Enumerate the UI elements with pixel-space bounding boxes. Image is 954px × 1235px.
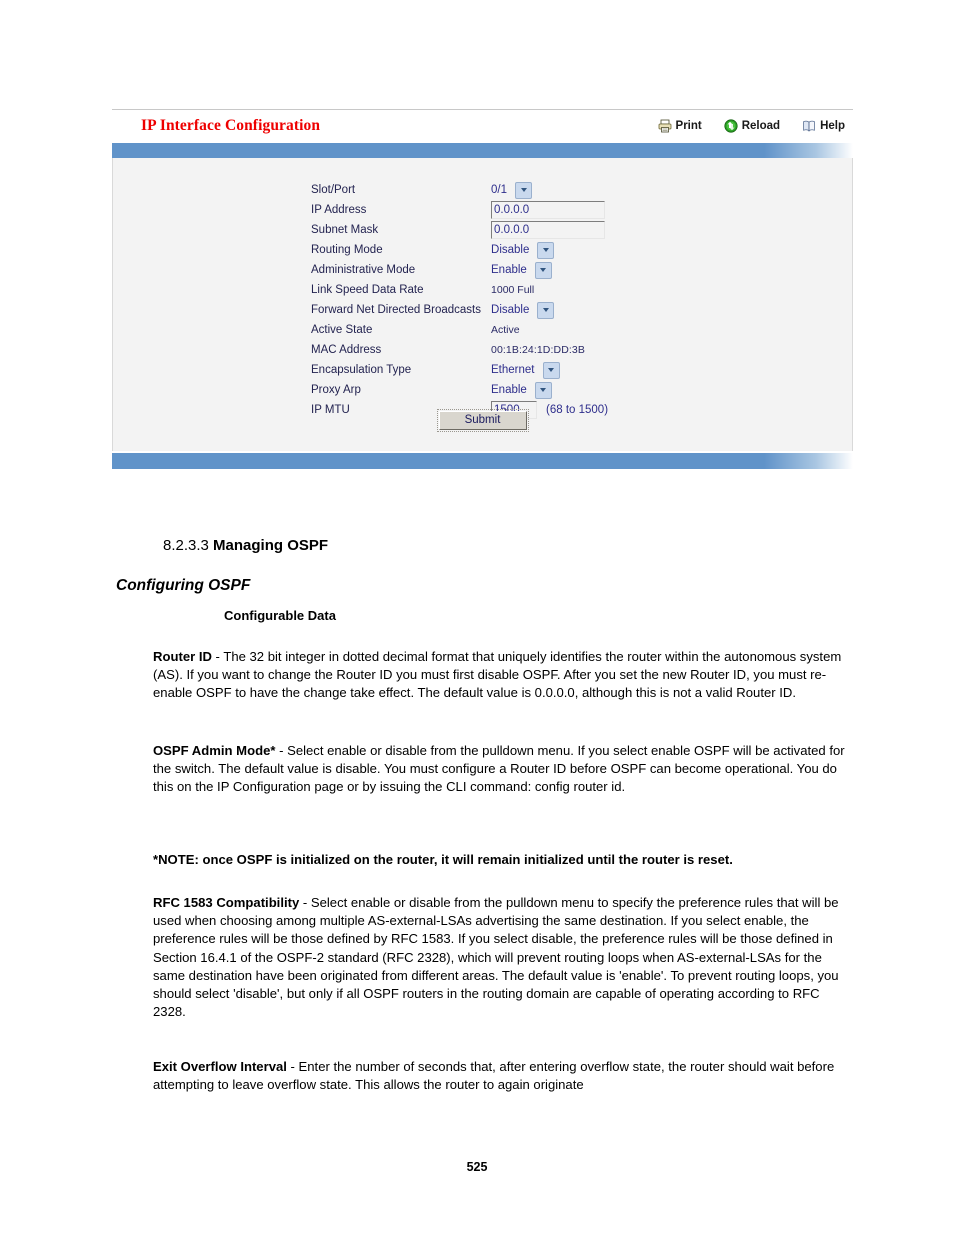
encapsulation-type-value: Ethernet (491, 364, 535, 376)
exit-overflow-term: Exit Overflow Interval (153, 1059, 287, 1074)
form-row-encapsulation-type: Encapsulation Type Ethernet (311, 360, 711, 380)
reload-label: Reload (741, 120, 781, 132)
rfc-1583-term: RFC 1583 Compatibility (153, 895, 300, 910)
administrative-mode-label: Administrative Mode (311, 264, 416, 276)
reload-button[interactable]: Reload (724, 119, 780, 133)
paragraph-note: *NOTE: once OSPF is initialized on the r… (153, 852, 733, 867)
paragraph-router-id: Router ID - The 32 bit integer in dotted… (153, 648, 854, 703)
paragraph-exit-overflow-interval: Exit Overflow Interval - Enter the numbe… (153, 1058, 854, 1094)
chevron-down-icon (534, 261, 552, 279)
ip-address-label: IP Address (311, 204, 367, 216)
ip-address-input[interactable]: 0.0.0.0 (491, 201, 606, 219)
forward-net-directed-broadcasts-select[interactable]: Disable (491, 301, 555, 319)
ip-interface-form: Slot/Port 0/1 IP Address 0.0.0.0 Subnet … (311, 180, 711, 420)
routing-mode-select[interactable]: Disable (491, 241, 555, 259)
slot-port-value: 0/1 (491, 184, 508, 196)
encapsulation-type-label: Encapsulation Type (311, 364, 412, 376)
router-id-body: - The 32 bit integer in dotted decimal f… (153, 649, 842, 701)
printer-icon (658, 119, 672, 133)
form-row-administrative-mode: Administrative Mode Enable (311, 260, 711, 280)
print-label: Print (675, 120, 702, 132)
section-title: Managing OSPF (213, 537, 329, 554)
section-number: 8.2.3.3 (163, 537, 209, 554)
slot-port-select[interactable]: 0/1 (491, 181, 533, 199)
subnet-mask-label: Subnet Mask (311, 224, 379, 236)
page-title: IP Interface Configuration (141, 117, 321, 134)
chevron-down-icon (515, 181, 533, 199)
link-speed-data-rate-label: Link Speed Data Rate (311, 284, 424, 296)
forward-net-directed-broadcasts-label: Forward Net Directed Broadcasts (311, 304, 482, 316)
form-row-routing-mode: Routing Mode Disable (311, 240, 711, 260)
chevron-down-icon (534, 381, 552, 399)
header-accent-bar (112, 142, 853, 158)
configurable-data-heading: Configurable Data (224, 608, 336, 623)
mac-address-label: MAC Address (311, 344, 382, 356)
form-row-mac-address: MAC Address 00:1B:24:1D:DD:3B (311, 340, 711, 360)
chevron-down-icon (537, 301, 555, 319)
panel-header: IP Interface Configuration Print Reload … (112, 109, 853, 142)
submit-row: Submit (113, 409, 852, 432)
footer-accent-bar (112, 451, 853, 469)
submit-button[interactable]: Submit (436, 409, 529, 432)
form-row-slot-port: Slot/Port 0/1 (311, 180, 711, 200)
form-row-ip-address: IP Address 0.0.0.0 (311, 200, 711, 220)
proxy-arp-label: Proxy Arp (311, 384, 361, 396)
ospf-admin-mode-term: OSPF Admin Mode* (153, 743, 276, 758)
chevron-down-icon (542, 361, 560, 379)
help-button[interactable]: Help (802, 119, 845, 133)
rfc-1583-body: - Select enable or disable from the pull… (153, 895, 839, 1020)
print-button[interactable]: Print (658, 119, 702, 133)
slot-port-label: Slot/Port (311, 184, 356, 196)
router-id-term: Router ID (153, 649, 212, 664)
section-heading: 8.2.3.3 Managing OSPF (163, 537, 328, 554)
panel-toolbar: Print Reload Help (658, 119, 845, 133)
form-row-active-state: Active State Active (311, 320, 711, 340)
link-speed-data-rate-value: 1000 Full (491, 284, 535, 296)
chevron-down-icon (537, 241, 555, 259)
subnet-mask-input[interactable]: 0.0.0.0 (491, 221, 606, 239)
form-row-link-speed-data-rate: Link Speed Data Rate 1000 Full (311, 280, 711, 300)
routing-mode-value: Disable (491, 244, 530, 256)
panel-body: Slot/Port 0/1 IP Address 0.0.0.0 Subnet … (112, 158, 853, 451)
proxy-arp-select[interactable]: Enable (491, 381, 552, 399)
page-number: 525 (466, 1160, 488, 1174)
reload-icon (724, 119, 738, 133)
ip-interface-configuration-screenshot: IP Interface Configuration Print Reload … (112, 109, 853, 473)
encapsulation-type-select[interactable]: Ethernet (491, 361, 560, 379)
form-row-subnet-mask: Subnet Mask 0.0.0.0 (311, 220, 711, 240)
active-state-label: Active State (311, 324, 373, 336)
routing-mode-label: Routing Mode (311, 244, 383, 256)
administrative-mode-select[interactable]: Enable (491, 261, 552, 279)
administrative-mode-value: Enable (491, 264, 527, 276)
paragraph-ospf-admin-mode: OSPF Admin Mode* - Select enable or disa… (153, 742, 854, 797)
proxy-arp-value: Enable (491, 384, 527, 396)
subsection-heading: Configuring OSPF (116, 577, 251, 594)
help-label: Help (820, 120, 845, 132)
form-row-proxy-arp: Proxy Arp Enable (311, 380, 711, 400)
help-book-icon (802, 119, 816, 133)
mac-address-value: 00:1B:24:1D:DD:3B (491, 344, 585, 356)
form-row-forward-net-directed-broadcasts: Forward Net Directed Broadcasts Disable (311, 300, 711, 320)
forward-net-directed-broadcasts-value: Disable (491, 304, 530, 316)
active-state-value: Active (491, 324, 520, 336)
paragraph-rfc-1583-compatibility: RFC 1583 Compatibility - Select enable o… (153, 894, 854, 1021)
